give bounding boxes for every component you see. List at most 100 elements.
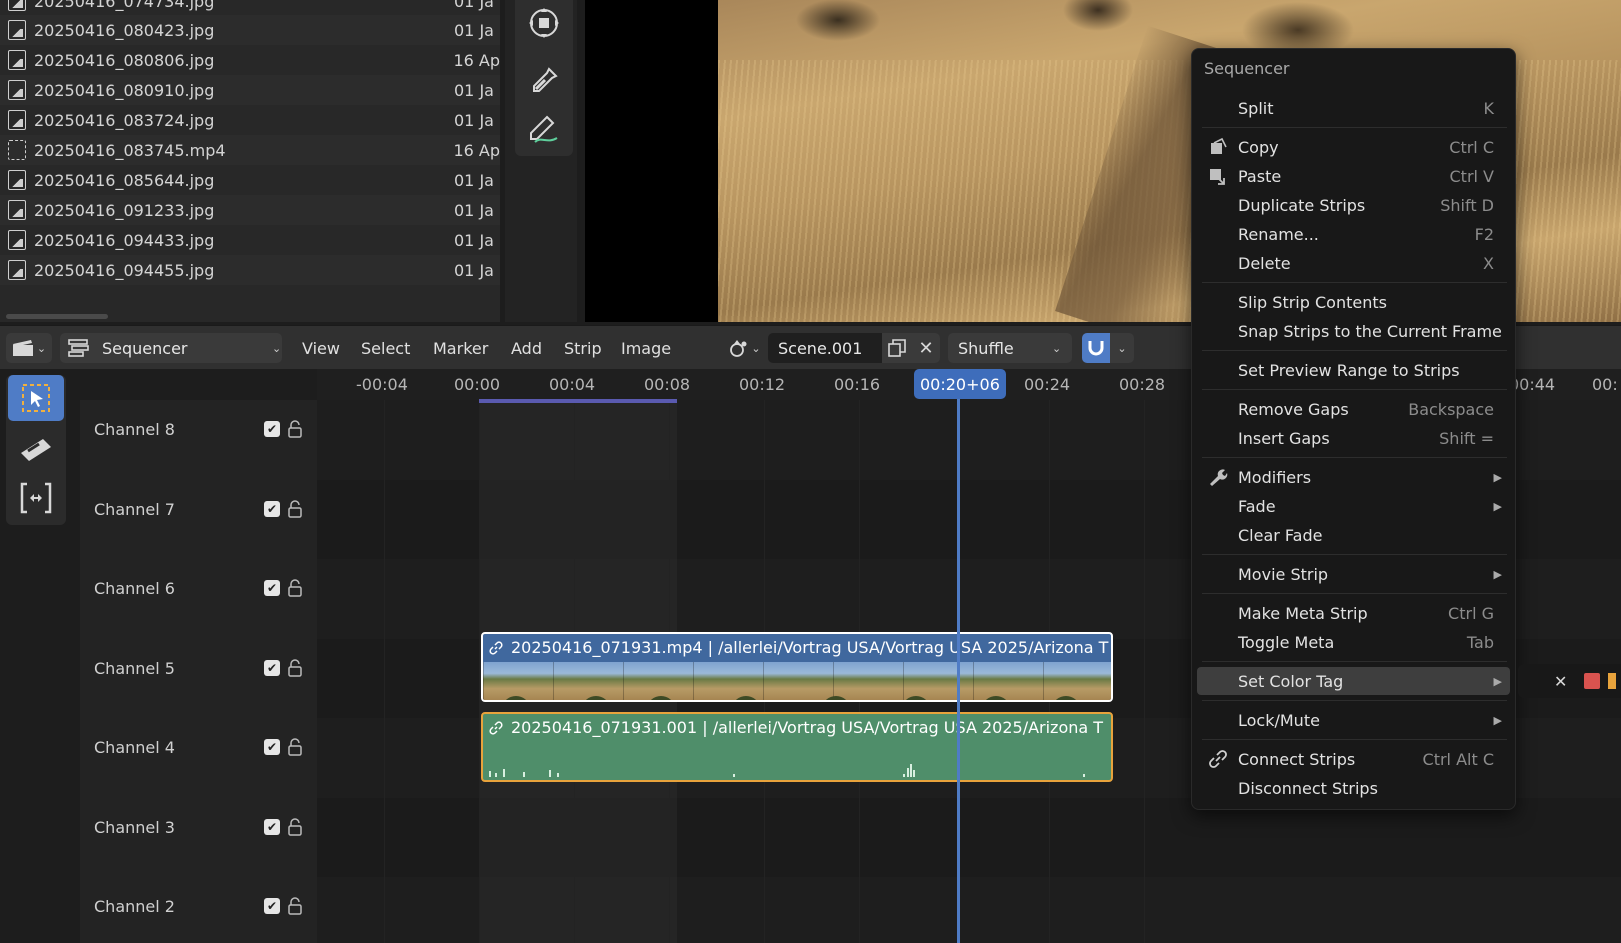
menu-item-rename[interactable]: Rename... F2	[1197, 220, 1510, 248]
strip-name: 20250416_071931.mp4 | /allerlei/Vortrag …	[511, 638, 1109, 657]
menu-strip[interactable]: Strip	[564, 333, 602, 363]
snapping-options-button[interactable]: ⌄	[1110, 333, 1134, 363]
tree-shape	[648, 696, 674, 700]
snapping-toggle[interactable]	[1082, 333, 1110, 363]
no-color-tag-icon[interactable]: ✕	[1554, 672, 1567, 691]
file-row[interactable]: 20250416_083745.mp4 16 Ap	[0, 135, 500, 165]
menu-item-label: Delete	[1238, 253, 1291, 273]
annotate-tool-button[interactable]	[519, 106, 569, 152]
playhead-line[interactable]	[957, 391, 960, 943]
editor-type-button[interactable]: ⌄	[6, 333, 52, 363]
file-row[interactable]: 20250416_094455.jpg 01 Ja	[0, 255, 500, 285]
menu-item-toggle-meta[interactable]: Toggle Meta Tab	[1197, 628, 1510, 656]
channel-list: Channel 8 ✔ Channel 7 ✔ Channel 6 ✔ Channel…	[80, 400, 317, 943]
slip-tool-button[interactable]	[8, 475, 64, 521]
transform-tool-button[interactable]	[519, 0, 569, 46]
menu-item-paste[interactable]: Paste Ctrl V	[1197, 162, 1510, 190]
scene-browse-button[interactable]: ⌄	[724, 333, 766, 363]
menu-item-connect-strips[interactable]: Connect Strips Ctrl Alt C	[1197, 745, 1510, 773]
file-name: 20250416_085644.jpg	[34, 170, 215, 190]
unlocked-icon[interactable]	[288, 579, 302, 597]
menu-item-label: Clear Fade	[1238, 525, 1323, 545]
menu-item-delete[interactable]: Delete X	[1197, 249, 1510, 277]
channel-label: Channel 3	[94, 817, 175, 837]
duplicate-icon	[888, 339, 906, 357]
channel-mute-checkbox[interactable]: ✔	[264, 421, 280, 437]
channel-mute-checkbox[interactable]: ✔	[264, 580, 280, 596]
file-row[interactable]: 20250416_091233.jpg 01 Ja	[0, 195, 500, 225]
file-row[interactable]: 20250416_080806.jpg 16 Ap	[0, 45, 500, 75]
menu-item-duplicate-strips[interactable]: Duplicate Strips Shift D	[1197, 191, 1510, 219]
menu-item-fade[interactable]: Fade ▶	[1197, 492, 1510, 520]
channel-mute-checkbox[interactable]: ✔	[264, 819, 280, 835]
menu-item-label: Insert Gaps	[1238, 428, 1330, 448]
channel-mute-checkbox[interactable]: ✔	[264, 898, 280, 914]
menu-item-split[interactable]: Split K	[1197, 94, 1510, 122]
menu-item-disconnect-strips[interactable]: Disconnect Strips	[1197, 774, 1510, 802]
menu-item-modifiers[interactable]: Modifiers ▶	[1197, 463, 1510, 491]
color-tag-orange-swatch[interactable]	[1608, 673, 1617, 689]
slip-icon	[20, 482, 52, 514]
channel-row[interactable]: Channel 4 ✔	[80, 707, 317, 787]
movie-strip[interactable]: 20250416_071931.mp4 | /allerlei/Vortrag …	[481, 632, 1113, 702]
menu-add[interactable]: Add	[511, 333, 542, 363]
ruler-tick: 00:04	[549, 375, 596, 394]
menu-item-insert-gaps[interactable]: Insert Gaps Shift =	[1197, 424, 1510, 452]
close-icon: ✕	[918, 337, 934, 359]
sequencer-context-menu: Sequencer Split K Copy Ctrl C Paste Ctrl V …	[1191, 48, 1516, 810]
menu-item-make-meta-strip[interactable]: Make Meta Strip Ctrl G	[1197, 599, 1510, 627]
channel-row[interactable]: Channel 3 ✔	[80, 787, 317, 867]
new-scene-button[interactable]	[882, 333, 912, 363]
select-tool-button[interactable]	[8, 375, 64, 421]
file-name: 20250416_094433.jpg	[34, 230, 215, 250]
menu-item-remove-gaps[interactable]: Remove Gaps Backspace	[1197, 395, 1510, 423]
waveform-peak	[907, 768, 909, 777]
menu-view[interactable]: View	[302, 333, 340, 363]
menu-item-copy[interactable]: Copy Ctrl C	[1197, 133, 1510, 161]
file-row[interactable]: 20250416_080423.jpg 01 Ja	[0, 15, 500, 45]
file-row[interactable]: 20250416_080910.jpg 01 Ja	[0, 75, 500, 105]
file-row[interactable]: 20250416_083724.jpg 01 Ja	[0, 105, 500, 135]
unlocked-icon[interactable]	[288, 738, 302, 756]
menu-item-snap-strips[interactable]: Snap Strips to the Current Frame	[1197, 317, 1510, 345]
unlocked-icon[interactable]	[288, 420, 302, 438]
channel-mute-checkbox[interactable]: ✔	[264, 660, 280, 676]
overlap-mode-dropdown[interactable]: Shuffle ⌄	[948, 333, 1072, 363]
menu-item-label: Make Meta Strip	[1238, 603, 1368, 623]
menu-marker[interactable]: Marker	[433, 333, 488, 363]
file-row[interactable]: 20250416_074734.jpg 01 Ja	[0, 0, 500, 16]
blade-tool-button[interactable]	[8, 425, 64, 471]
menu-item-clear-fade[interactable]: Clear Fade	[1197, 521, 1510, 549]
unlocked-icon[interactable]	[288, 897, 302, 915]
menu-title: Sequencer	[1204, 59, 1290, 78]
file-browser-scrollbar[interactable]	[6, 314, 108, 319]
unlink-scene-button[interactable]: ✕	[912, 333, 940, 363]
preview-tool-column	[505, 0, 577, 322]
unlocked-icon[interactable]	[288, 818, 302, 836]
menu-item-set-preview-range[interactable]: Set Preview Range to Strips	[1197, 356, 1510, 384]
color-tag-red-swatch[interactable]	[1584, 673, 1601, 689]
menu-item-label: Lock/Mute	[1238, 710, 1320, 730]
menu-select[interactable]: Select	[361, 333, 410, 363]
unlocked-icon[interactable]	[288, 500, 302, 518]
channel-row[interactable]: Channel 5 ✔	[80, 628, 317, 708]
channel-mute-checkbox[interactable]: ✔	[264, 501, 280, 517]
channel-mute-checkbox[interactable]: ✔	[264, 739, 280, 755]
menu-item-movie-strip[interactable]: Movie Strip ▶	[1197, 560, 1510, 588]
menu-item-lock-mute[interactable]: Lock/Mute ▶	[1197, 706, 1510, 734]
menu-item-slip-strip-contents[interactable]: Slip Strip Contents	[1197, 288, 1510, 316]
menu-image[interactable]: Image	[621, 333, 671, 363]
view-type-dropdown[interactable]: Sequencer ⌄	[60, 333, 282, 363]
file-row[interactable]: 20250416_085644.jpg 01 Ja	[0, 165, 500, 195]
channel-row[interactable]: Channel 8 ✔	[80, 389, 317, 469]
channel-row[interactable]: Channel 7 ✔	[80, 469, 317, 549]
sound-strip[interactable]: 20250416_071931.001 | /allerlei/Vortrag …	[481, 712, 1113, 782]
channel-row[interactable]: Channel 6 ✔	[80, 548, 317, 628]
sample-tool-button[interactable]	[519, 58, 569, 104]
channel-row[interactable]: Channel 2 ✔	[80, 866, 317, 943]
scene-name-field[interactable]: Scene.001	[768, 333, 882, 363]
menu-item-set-color-tag[interactable]: Set Color Tag ▶	[1197, 667, 1510, 695]
file-row[interactable]: 20250416_094433.jpg 01 Ja	[0, 225, 500, 255]
playhead-time[interactable]: 00:20+06	[914, 369, 1006, 399]
unlocked-icon[interactable]	[288, 659, 302, 677]
